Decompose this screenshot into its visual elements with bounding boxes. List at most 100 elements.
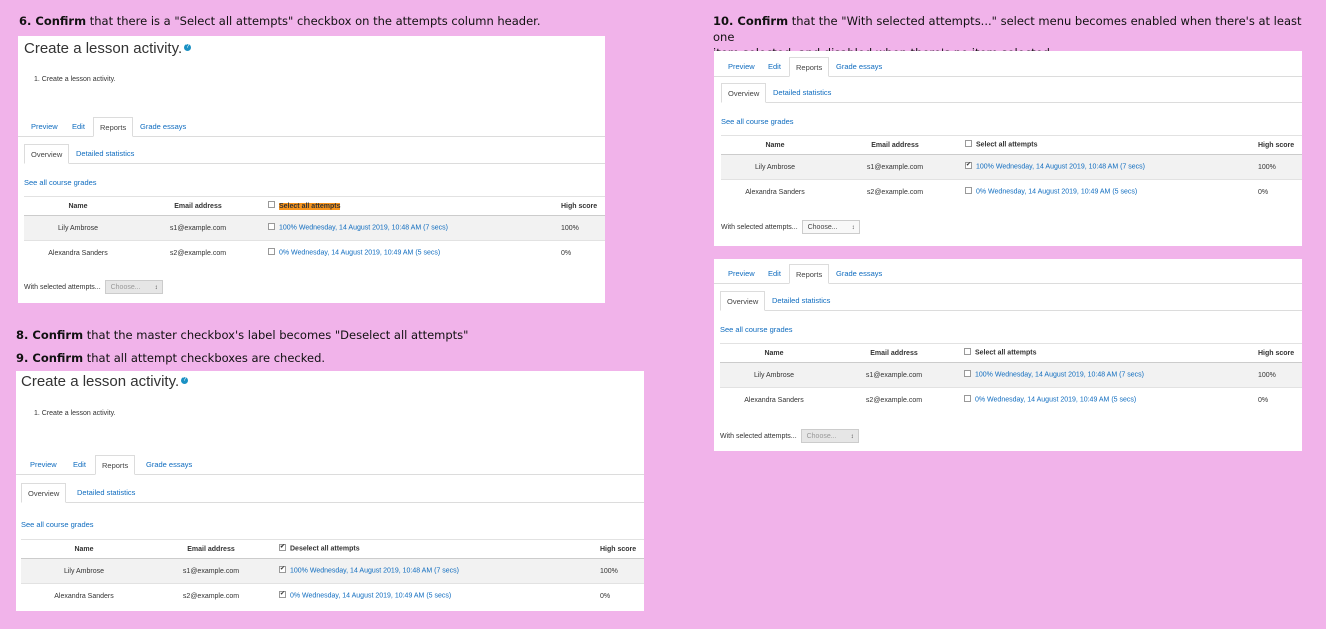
student-name: Alexandra Sanders (720, 387, 828, 412)
table-row: Lily Ambrose s1@example.com ✔ 100% Wednes… (721, 154, 1302, 180)
tab-preview[interactable]: Preview (722, 264, 761, 284)
attempt-link[interactable]: 0% Wednesday, 14 August 2019, 10:49 AM (… (976, 189, 1137, 196)
tab-preview[interactable]: Preview (24, 455, 63, 475)
tab-preview[interactable]: Preview (722, 57, 761, 77)
tab-detailed-statistics[interactable]: Detailed statistics (70, 144, 140, 164)
high-score: 100% (1254, 362, 1302, 388)
tab-edit[interactable]: Edit (762, 264, 787, 284)
with-selected-row: With selected attempts... Choose... (721, 220, 860, 235)
attempt-link[interactable]: 0% Wednesday, 14 August 2019, 10:49 AM (… (975, 397, 1136, 404)
tab-grade-essays[interactable]: Grade essays (830, 264, 888, 284)
col-email: Email address (829, 135, 961, 155)
attempt-checkbox[interactable]: ✔ (279, 566, 286, 574)
attempt-link[interactable]: 100% Wednesday, 14 August 2019, 10:48 AM… (976, 164, 1145, 171)
attempt-checkbox[interactable] (965, 187, 972, 195)
attempt-checkbox[interactable] (964, 370, 971, 378)
tab-grade-essays[interactable]: Grade essays (140, 455, 198, 475)
tab-overview[interactable]: Overview (24, 144, 70, 164)
table-row: Alexandra Sanders s2@example.com 0% Wedn… (24, 240, 605, 265)
sub-tabs: Overview Detailed statistics (24, 143, 605, 164)
tab-edit[interactable]: Edit (66, 117, 91, 137)
sub-tabs: Overview Detailed statistics (720, 290, 1302, 311)
tab-reports[interactable]: Reports (95, 455, 136, 475)
tab-grade-essays[interactable]: Grade essays (134, 117, 192, 137)
note-step-9: 9. Confirm that all attempt checkboxes a… (16, 351, 326, 365)
note-step-6: 6. Confirm that there is a "Select all a… (19, 14, 541, 28)
tab-overview[interactable]: Overview (21, 483, 67, 503)
main-tabs: Preview Edit Reports Grade essays (16, 454, 644, 475)
table-header: Name Email address ✔ Deselect all attempt… (21, 539, 644, 559)
sub-tabs: Overview Detailed statistics (21, 482, 644, 503)
tab-edit[interactable]: Edit (762, 57, 787, 77)
attempt-link[interactable]: 100% Wednesday, 14 August 2019, 10:48 AM… (279, 225, 448, 232)
with-selected-label: With selected attempts... (720, 432, 797, 440)
attempt-checkbox[interactable]: ✔ (965, 162, 972, 170)
deselect-all-label: Deselect all attempts (290, 545, 360, 553)
attempt-checkbox[interactable] (964, 395, 971, 403)
attempts-table: Name Email address ✔ Deselect all attempt… (21, 539, 644, 608)
table-row: Alexandra Sanders s2@example.com ✔ 0% Wed… (21, 583, 644, 608)
tab-preview[interactable]: Preview (25, 117, 64, 137)
attempt-link[interactable]: 0% Wednesday, 14 August 2019, 10:49 AM (… (290, 593, 451, 600)
tab-overview[interactable]: Overview (720, 291, 766, 311)
student-email: s1@example.com (132, 215, 264, 241)
tab-detailed-statistics[interactable]: Detailed statistics (71, 483, 141, 503)
intro-list-item: 1. Create a lesson activity. (34, 410, 116, 417)
col-high-score: High score (1254, 343, 1302, 363)
attempt-checkbox[interactable] (268, 248, 275, 256)
student-name: Lily Ambrose (24, 215, 132, 241)
col-high-score: High score (1254, 135, 1302, 155)
tab-detailed-statistics[interactable]: Detailed statistics (766, 291, 836, 311)
deselect-all-header[interactable]: ✔ Deselect all attempts (275, 539, 596, 559)
note-step-8: 8. Confirm that the master checkbox's la… (16, 328, 469, 342)
with-selected-select[interactable]: Choose... (801, 220, 860, 235)
high-score: 0% (596, 583, 644, 608)
select-all-checkbox[interactable] (268, 201, 275, 209)
attempt-checkbox[interactable]: ✔ (279, 591, 286, 599)
tab-edit[interactable]: Edit (67, 455, 92, 475)
student-name: Lily Ambrose (721, 154, 829, 180)
high-score: 100% (1254, 154, 1302, 180)
attempt-link[interactable]: 100% Wednesday, 14 August 2019, 10:48 AM… (975, 372, 1144, 379)
with-selected-select[interactable]: Choose... (104, 280, 163, 295)
tab-overview[interactable]: Overview (721, 83, 767, 103)
select-all-checkbox[interactable] (965, 140, 972, 148)
student-email: s1@example.com (828, 362, 960, 388)
tab-reports[interactable]: Reports (789, 264, 830, 284)
tab-grade-essays[interactable]: Grade essays (830, 57, 888, 77)
select-all-header[interactable]: Select all attempts (264, 196, 557, 216)
tab-reports[interactable]: Reports (93, 117, 134, 137)
select-all-header[interactable]: Select all attempts (960, 343, 1254, 363)
table-row: Lily Ambrose s1@example.com ✔ 100% Wednes… (21, 558, 644, 584)
screenshot-step-8-9: Create a lesson activity.? 1. Create a l… (16, 371, 644, 611)
table-row: Alexandra Sanders s2@example.com 0% Wedn… (721, 179, 1302, 204)
main-tabs: Preview Edit Reports Grade essays (714, 56, 1302, 77)
high-score: 100% (596, 558, 644, 584)
page-title: Create a lesson activity.? (21, 373, 189, 390)
see-all-grades-link[interactable]: See all course grades (721, 117, 794, 126)
attempt-link[interactable]: 100% Wednesday, 14 August 2019, 10:48 AM… (290, 568, 459, 575)
col-name: Name (21, 539, 147, 559)
student-email: s2@example.com (829, 179, 961, 204)
tab-detailed-statistics[interactable]: Detailed statistics (767, 83, 837, 103)
select-all-label: Select all attempts (975, 349, 1037, 357)
see-all-grades-link[interactable]: See all course grades (720, 325, 793, 334)
col-email: Email address (132, 196, 264, 216)
deselect-all-checkbox[interactable]: ✔ (279, 544, 286, 552)
attempt-link[interactable]: 0% Wednesday, 14 August 2019, 10:49 AM (… (279, 250, 440, 257)
main-tabs: Preview Edit Reports Grade essays (714, 263, 1302, 284)
select-all-header[interactable]: Select all attempts (961, 135, 1254, 155)
attempt-checkbox[interactable] (268, 223, 275, 231)
with-selected-label: With selected attempts... (721, 223, 798, 231)
tab-reports[interactable]: Reports (789, 57, 830, 77)
table-row: Lily Ambrose s1@example.com 100% Wednesd… (24, 215, 605, 241)
col-high-score: High score (557, 196, 605, 216)
help-icon[interactable]: ? (181, 377, 189, 384)
help-icon[interactable]: ? (184, 44, 192, 51)
col-email: Email address (828, 343, 960, 363)
col-name: Name (720, 343, 828, 363)
select-all-checkbox[interactable] (964, 348, 971, 356)
see-all-grades-link[interactable]: See all course grades (21, 520, 94, 529)
with-selected-select[interactable]: Choose... (800, 429, 859, 444)
see-all-grades-link[interactable]: See all course grades (24, 178, 97, 187)
